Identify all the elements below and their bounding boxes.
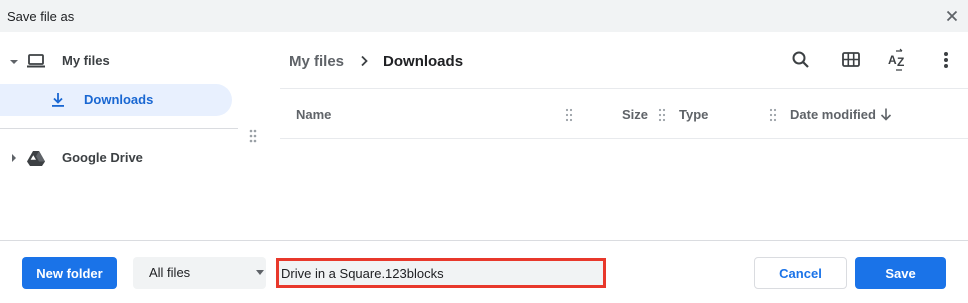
collapsed-arrow-icon[interactable]	[9, 153, 19, 163]
svg-text:Z: Z	[897, 55, 904, 69]
column-header-date-modified[interactable]: Date modified	[790, 107, 876, 122]
download-icon	[52, 93, 64, 107]
window-title: Save file as	[7, 9, 75, 24]
sidebar-item-label: My files	[62, 53, 110, 68]
more-vertical-icon[interactable]	[933, 47, 959, 73]
filename-input[interactable]	[281, 262, 603, 284]
chevron-right-icon	[361, 55, 368, 67]
sidebar-item-downloads[interactable]: Downloads	[0, 84, 232, 116]
breadcrumb-current: Downloads	[383, 52, 464, 70]
sidebar-item-my-files[interactable]: My files	[0, 45, 240, 77]
svg-text:A: A	[888, 53, 897, 67]
laptop-icon	[27, 54, 45, 68]
column-header-type[interactable]: Type	[679, 107, 708, 122]
list-header-divider	[280, 88, 968, 89]
sort-az-icon[interactable]: A Z	[885, 47, 911, 73]
dropdown-caret-icon	[256, 270, 264, 275]
column-header-size[interactable]: Size	[622, 107, 648, 122]
list-header-divider	[280, 138, 968, 139]
search-icon[interactable]	[788, 47, 814, 73]
sidebar-item-google-drive[interactable]: Google Drive	[0, 142, 240, 174]
sidebar: My files Downloads Google Drive	[0, 32, 240, 240]
save-button[interactable]: Save	[855, 257, 946, 289]
filename-field[interactable]	[276, 258, 606, 288]
new-folder-button[interactable]: New folder	[22, 257, 117, 289]
sort-descending-icon[interactable]	[879, 107, 893, 121]
close-icon[interactable]	[944, 8, 960, 24]
breadcrumb: My files Downloads	[289, 51, 463, 71]
splitter-handle[interactable]	[248, 128, 258, 144]
footer-divider	[0, 240, 968, 241]
google-drive-icon	[27, 151, 45, 166]
grid-view-icon[interactable]	[838, 47, 864, 73]
sidebar-item-label: Downloads	[84, 92, 154, 107]
file-type-select[interactable]: All files	[133, 257, 266, 289]
expand-arrow-icon[interactable]	[9, 57, 19, 67]
file-type-value: All files	[149, 265, 191, 280]
cancel-button[interactable]: Cancel	[754, 257, 847, 289]
column-header-name[interactable]: Name	[296, 107, 331, 122]
column-resize-handle[interactable]	[769, 108, 777, 122]
column-resize-handle[interactable]	[658, 108, 666, 122]
title-bar: Save file as	[0, 0, 968, 32]
column-resize-handle[interactable]	[565, 108, 573, 122]
sidebar-item-label: Google Drive	[62, 150, 143, 165]
breadcrumb-root[interactable]: My files	[289, 53, 344, 70]
sidebar-divider	[0, 128, 238, 129]
